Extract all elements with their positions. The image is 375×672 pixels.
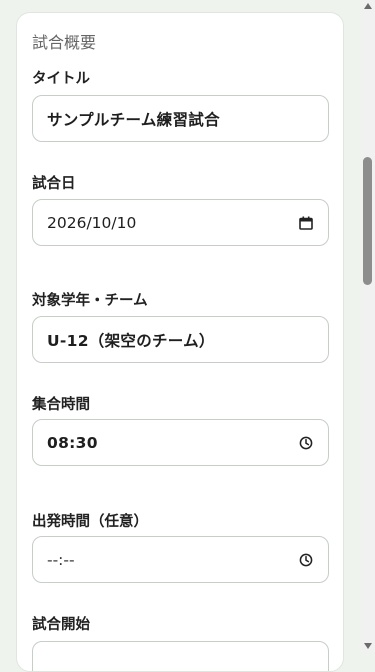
section-title: 試合概要 bbox=[32, 33, 97, 52]
target-value: U-12（架空のチーム） bbox=[47, 331, 215, 350]
date-value: 2026/10/10 bbox=[47, 213, 137, 232]
clock-icon[interactable] bbox=[298, 552, 314, 568]
gather-value: 08:30 bbox=[47, 433, 98, 452]
scroll-up-arrow-icon[interactable] bbox=[364, 3, 372, 9]
title-label: タイトル bbox=[32, 71, 90, 87]
gather-label: 集合時間 bbox=[32, 397, 90, 413]
depart-time-input[interactable]: --:-- bbox=[32, 536, 329, 583]
title-input[interactable]: サンプルチーム練習試合 bbox=[32, 95, 329, 142]
depart-value: --:-- bbox=[47, 550, 75, 569]
target-label: 対象学年・チーム bbox=[32, 293, 148, 309]
depart-label: 出発時間（任意） bbox=[32, 514, 148, 530]
scroll-down-arrow-icon[interactable] bbox=[364, 643, 372, 649]
start-label: 試合開始 bbox=[32, 617, 90, 633]
title-value: サンプルチーム練習試合 bbox=[47, 110, 220, 129]
target-input[interactable]: U-12（架空のチーム） bbox=[32, 316, 329, 363]
date-label: 試合日 bbox=[32, 176, 76, 192]
match-overview-card: 試合概要 タイトル サンプルチーム練習試合 試合日 2026/10/10 対象学… bbox=[16, 12, 344, 672]
clock-icon[interactable] bbox=[298, 435, 314, 451]
scrollbar[interactable] bbox=[361, 0, 375, 653]
scroll-thumb[interactable] bbox=[363, 157, 372, 285]
gather-time-input[interactable]: 08:30 bbox=[32, 419, 329, 466]
date-input[interactable]: 2026/10/10 bbox=[32, 199, 329, 246]
calendar-icon[interactable] bbox=[298, 215, 314, 231]
start-time-input[interactable] bbox=[32, 641, 329, 671]
